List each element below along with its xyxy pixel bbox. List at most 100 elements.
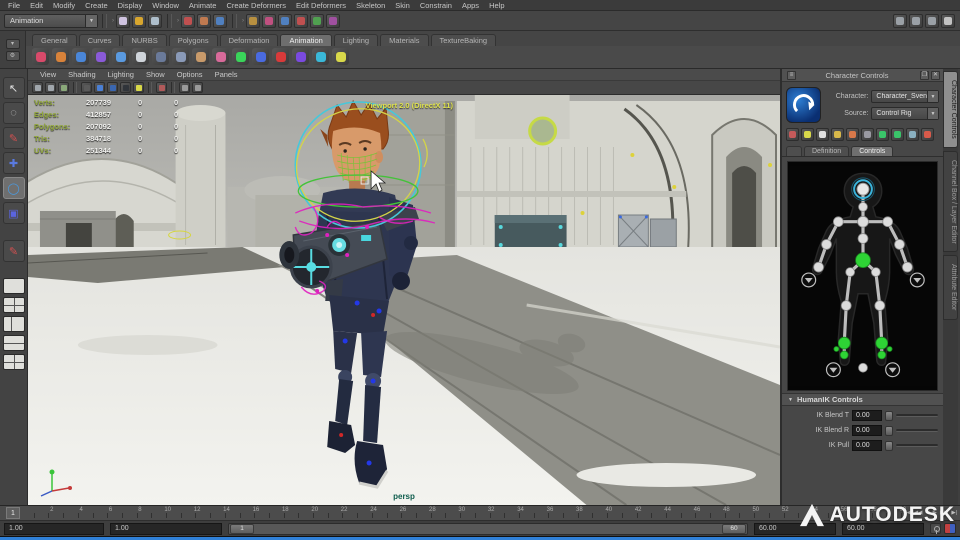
shelf-tab-menu-button[interactable]: ▾ bbox=[5, 38, 20, 49]
cc-ghost-icon[interactable] bbox=[861, 128, 874, 141]
select-object-icon[interactable] bbox=[197, 13, 211, 28]
character-body-diagram[interactable] bbox=[787, 161, 938, 391]
save-scene-icon[interactable] bbox=[148, 13, 162, 28]
cc-stance-pose-icon[interactable] bbox=[816, 128, 829, 141]
menu-edit-deformers[interactable]: Edit Deformers bbox=[291, 1, 351, 10]
slider-knob[interactable] bbox=[885, 425, 893, 436]
select-component-icon[interactable] bbox=[213, 13, 227, 28]
menu-modify[interactable]: Modify bbox=[48, 1, 80, 10]
timeline-frame-23[interactable] bbox=[343, 506, 359, 520]
shelf-joint-tool-icon[interactable] bbox=[112, 48, 129, 66]
cc-tab-stub[interactable] bbox=[786, 146, 802, 156]
open-scene-icon[interactable] bbox=[132, 13, 146, 28]
menu-window[interactable]: Window bbox=[147, 1, 184, 10]
vp-isolate-select-icon[interactable] bbox=[156, 82, 167, 93]
rotate-tool-icon[interactable]: ◯ bbox=[2, 177, 25, 199]
timeline-frame-19[interactable] bbox=[285, 506, 300, 520]
menu-create-deformers[interactable]: Create Deformers bbox=[221, 1, 291, 10]
layout-top-persp-button[interactable] bbox=[2, 335, 25, 351]
playback-start-field[interactable]: 1.00 bbox=[110, 522, 222, 535]
cc-add-keyframe-icon[interactable] bbox=[876, 128, 889, 141]
cc-tab-controls[interactable]: Controls bbox=[851, 146, 894, 156]
shelf-mirror-joint-icon[interactable] bbox=[172, 48, 189, 66]
timeline-frame-18[interactable]: 18 bbox=[270, 506, 289, 520]
shelf-set-key-icon[interactable] bbox=[32, 48, 49, 66]
close-icon[interactable]: ✕ bbox=[931, 70, 940, 80]
shelf-tab-lighting[interactable]: Lighting bbox=[333, 33, 379, 46]
timeline-frame-28[interactable]: 28 bbox=[417, 506, 436, 520]
shelf-ik-handle-icon[interactable] bbox=[72, 48, 89, 66]
timeline-frame-52[interactable]: 52 bbox=[770, 506, 789, 520]
menu-skin[interactable]: Skin bbox=[390, 1, 415, 10]
timeline-frame-16[interactable]: 16 bbox=[241, 506, 259, 520]
timeline-frame-47[interactable] bbox=[696, 506, 712, 520]
shelf-tab-texturebaking[interactable]: TextureBaking bbox=[430, 33, 497, 46]
shelf-playblast-icon[interactable] bbox=[272, 48, 289, 66]
timeline-frame-29[interactable] bbox=[432, 506, 447, 520]
timeline-frame-40[interactable]: 40 bbox=[593, 506, 612, 520]
timeline-frame-8[interactable]: 8 bbox=[123, 506, 142, 520]
move-tool-icon[interactable]: ✚ bbox=[2, 152, 25, 174]
toggle-attribute-editor-icon[interactable] bbox=[893, 13, 907, 28]
shelf-tab-general[interactable]: General bbox=[32, 33, 77, 46]
timeline-frame-53[interactable] bbox=[785, 506, 800, 520]
timeline-frame-36[interactable]: 36 bbox=[535, 506, 553, 520]
menu-help[interactable]: Help bbox=[484, 1, 509, 10]
viewport-menu-view[interactable]: View bbox=[34, 70, 62, 79]
vp-wireframe-icon[interactable] bbox=[81, 82, 92, 93]
vp-use-all-lights-icon[interactable] bbox=[120, 82, 131, 93]
timeline-frame-27[interactable] bbox=[402, 506, 417, 520]
timeline-frame-42[interactable]: 42 bbox=[623, 506, 642, 520]
shelf-tab-polygons[interactable]: Polygons bbox=[168, 33, 218, 46]
timeline-frame-37[interactable] bbox=[549, 506, 565, 520]
cc-tab-definition[interactable]: Definition bbox=[804, 146, 850, 156]
toggle-tool-settings-icon[interactable] bbox=[909, 13, 923, 28]
shelf-motion-path-icon[interactable] bbox=[232, 48, 249, 66]
panel-menu-icon[interactable]: ≡ bbox=[787, 70, 796, 80]
timeline-frame-11[interactable] bbox=[167, 506, 182, 520]
timeline-frame-7[interactable] bbox=[108, 506, 123, 520]
timeline-frame-4[interactable]: 4 bbox=[64, 506, 83, 520]
character-dropdown[interactable]: Character_Sven ▼ bbox=[871, 90, 939, 103]
side-tab-channel-box-layer-editor[interactable]: Channel Box / Layer Editor bbox=[943, 150, 958, 253]
shelf-tab-nurbs[interactable]: NURBS bbox=[122, 33, 167, 46]
shelf-character-icon[interactable] bbox=[192, 48, 209, 66]
timeline-frame-48[interactable]: 48 bbox=[711, 506, 730, 520]
slider-knob[interactable] bbox=[885, 440, 893, 451]
slider-groove[interactable] bbox=[896, 444, 938, 447]
timeline-frame-12[interactable]: 12 bbox=[182, 506, 200, 520]
cc-swap-icon[interactable] bbox=[891, 128, 904, 141]
timeline-frame-31[interactable] bbox=[461, 506, 476, 520]
menu-apps[interactable]: Apps bbox=[457, 1, 484, 10]
menu-skeleton[interactable]: Skeleton bbox=[351, 1, 390, 10]
humanik-value-ik-blend-t[interactable]: 0.00 bbox=[852, 410, 882, 421]
cc-body-part-icon[interactable] bbox=[831, 128, 844, 141]
snap-curve-icon[interactable] bbox=[262, 13, 276, 28]
shelf-spline-ik-icon[interactable] bbox=[92, 48, 109, 66]
timeline-frame-51[interactable] bbox=[755, 506, 770, 520]
menu-set-dropdown[interactable]: Animation ▼ bbox=[4, 13, 98, 28]
panel-float-icon[interactable]: ❐ bbox=[920, 70, 929, 80]
timeline-frame-17[interactable] bbox=[255, 506, 270, 520]
cc-select-all-icon[interactable] bbox=[786, 128, 799, 141]
lasso-tool-icon[interactable]: ◌ bbox=[2, 102, 25, 124]
snap-view-plane-icon[interactable] bbox=[294, 13, 308, 28]
animation-start-field[interactable]: 1.00 bbox=[4, 522, 104, 535]
timeline-frame-50[interactable]: 50 bbox=[740, 506, 759, 520]
timeline-frame-44[interactable]: 44 bbox=[652, 506, 671, 520]
humanik-value-ik-blend-r[interactable]: 0.00 bbox=[852, 425, 882, 436]
timeline-frame-41[interactable] bbox=[608, 506, 623, 520]
side-tab-character-controls[interactable]: Character Controls bbox=[943, 71, 958, 148]
timeline-frame-39[interactable] bbox=[579, 506, 594, 520]
timeline-frame-9[interactable] bbox=[138, 506, 153, 520]
select-tool-icon[interactable]: ↖ bbox=[2, 77, 25, 99]
layout-single-pane-button[interactable] bbox=[2, 278, 25, 294]
collapse-arrow-icon[interactable]: › bbox=[112, 18, 114, 24]
paint-select-tool-icon[interactable]: ✎ bbox=[2, 127, 25, 149]
construction-history-icon[interactable] bbox=[326, 13, 340, 28]
vp-camera-attributes-icon[interactable] bbox=[45, 82, 56, 93]
timeline-frame-25[interactable] bbox=[373, 506, 388, 520]
new-scene-icon[interactable] bbox=[116, 13, 130, 28]
humanik-controls-header[interactable]: ▼ HumanIK Controls bbox=[782, 393, 943, 406]
range-start-handle[interactable]: 1 bbox=[230, 523, 254, 534]
